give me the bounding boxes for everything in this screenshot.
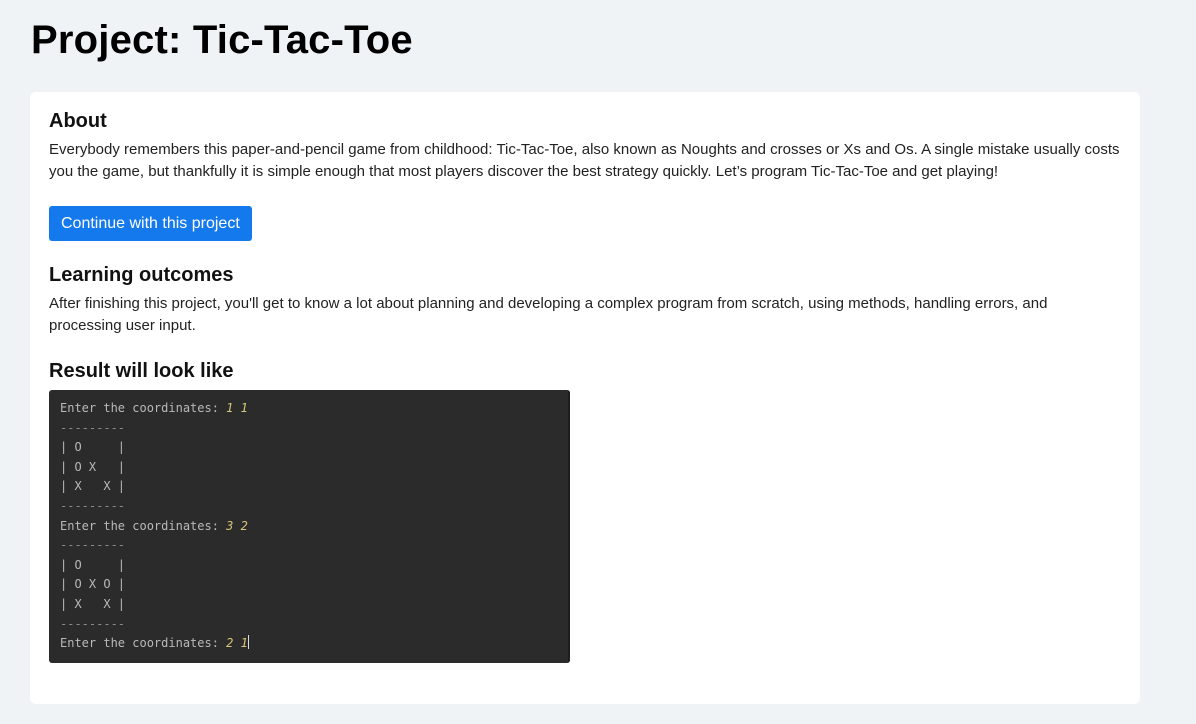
terminal-line: | O X | (60, 458, 570, 478)
terminal-text: | O X O | (60, 577, 126, 592)
page-title: Project: Tic-Tac-Toe (31, 18, 413, 62)
project-card: About Everybody remembers this paper-and… (30, 92, 1140, 704)
terminal-line: | O | (60, 556, 570, 576)
terminal-scrollbar (568, 390, 570, 663)
terminal-text: --------- (60, 420, 126, 435)
terminal-output: Enter the coordinates: 1 1 --------- | O |… (49, 390, 570, 663)
terminal-line: | X X | (60, 477, 570, 497)
terminal-line: --------- (60, 419, 570, 439)
learning-outcomes-text: After finishing this project, you'll get… (49, 295, 1048, 334)
terminal-text: | O | (60, 440, 126, 455)
terminal-user-input: 1 1 (226, 401, 248, 415)
about-heading: About (49, 110, 107, 132)
terminal-line: --------- (60, 536, 570, 556)
terminal-line: | O X O | (60, 575, 570, 595)
terminal-prompt: Enter the coordinates: (60, 401, 227, 415)
terminal-line: --------- (60, 497, 570, 517)
terminal-line: --------- (60, 615, 570, 635)
terminal-text: | O | (60, 557, 126, 572)
terminal-line: | X X | (60, 595, 570, 615)
result-heading: Result will look like (49, 360, 234, 382)
terminal-line: Enter the coordinates: 2 1 (60, 634, 570, 654)
terminal-text: | O X | (60, 459, 126, 474)
learning-outcomes-heading: Learning outcomes (49, 264, 234, 286)
terminal-user-input: 2 1 (226, 636, 248, 651)
terminal-text: --------- (60, 538, 126, 553)
terminal-user-input: 3 2 (226, 518, 248, 533)
terminal-text: --------- (60, 498, 126, 513)
terminal-text: --------- (60, 616, 126, 631)
terminal-line: Enter the coordinates: 1 1 (60, 399, 570, 419)
terminal-text: | X X | (60, 596, 126, 611)
continue-project-button[interactable]: Continue with this project (49, 206, 252, 241)
terminal-prompt: Enter the coordinates: (60, 518, 227, 533)
terminal-prompt: Enter the coordinates: (60, 636, 227, 651)
terminal-line: | O | (60, 438, 570, 458)
terminal-line: Enter the coordinates: 3 2 (60, 517, 570, 537)
text-cursor (247, 635, 249, 650)
terminal-text: | X X | (60, 479, 126, 494)
about-text: Everybody remembers this paper-and-penci… (49, 141, 1120, 180)
